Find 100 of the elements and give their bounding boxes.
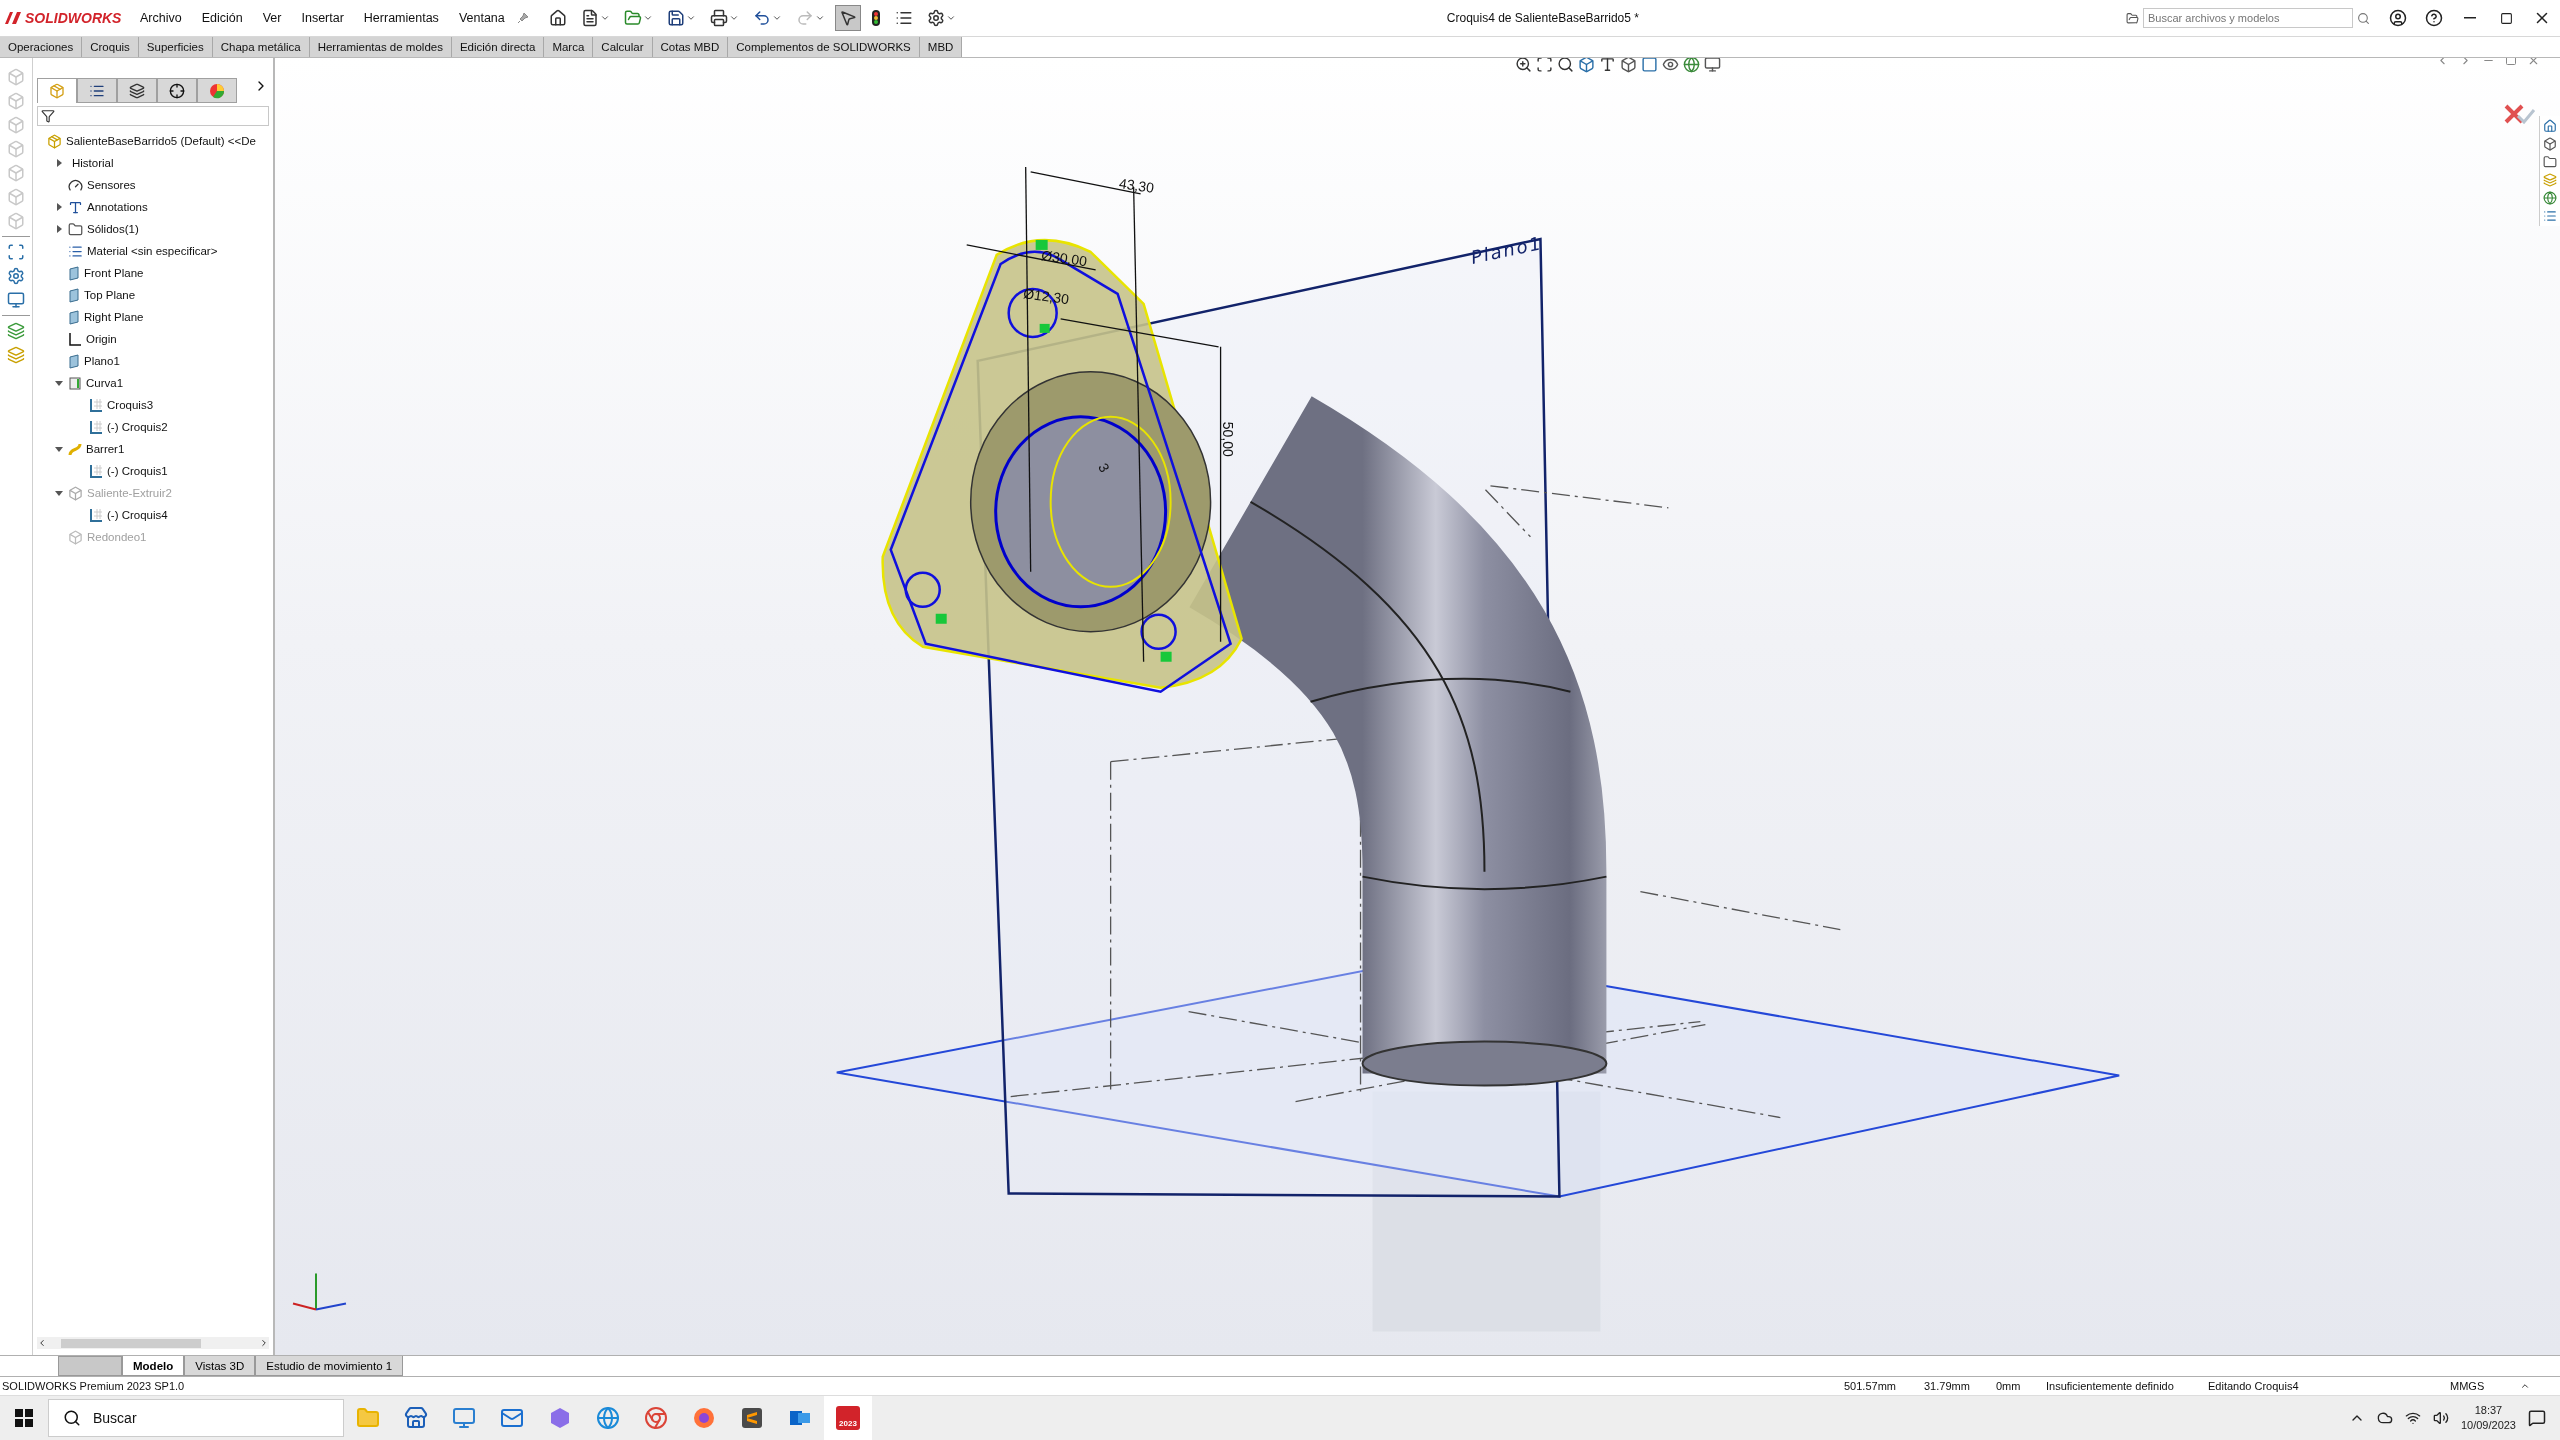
tree-item[interactable]: Annotations xyxy=(54,196,273,218)
layers-icon[interactable] xyxy=(7,322,25,340)
panel-tab[interactable] xyxy=(117,78,157,103)
taskbar-search-field[interactable]: Buscar xyxy=(48,1399,344,1437)
volume-icon[interactable] xyxy=(2432,1410,2449,1426)
search-field[interactable]: Buscar archivos y modelos xyxy=(2143,8,2353,28)
appearance-icon[interactable] xyxy=(2543,191,2557,205)
tree-item[interactable]: (-) Croquis4 xyxy=(75,504,273,526)
restore-icon xyxy=(2499,11,2513,25)
collapse-icon[interactable] xyxy=(55,445,63,453)
expand-icon[interactable] xyxy=(55,203,63,211)
taskbar-app[interactable]: 2023 xyxy=(824,1396,872,1440)
model-tab[interactable]: Estudio de movimiento 1 xyxy=(255,1356,404,1376)
pin-icon[interactable] xyxy=(516,12,529,24)
menu-item[interactable]: Archivo xyxy=(132,11,190,25)
tree-item[interactable]: Sólidos(1) xyxy=(54,218,273,240)
list-icon xyxy=(894,9,913,27)
scrollbar-thumb[interactable] xyxy=(61,1338,201,1348)
crosshair-icon xyxy=(169,82,185,99)
caret-icon xyxy=(728,13,739,23)
units-selector[interactable]: MMGS xyxy=(2448,1380,2520,1392)
model-tab[interactable]: Modelo xyxy=(122,1356,185,1376)
tree-item[interactable]: Front Plane xyxy=(54,262,273,284)
folder-icon[interactable] xyxy=(2543,155,2557,169)
command-tab[interactable]: Chapa metálica xyxy=(212,37,310,57)
menu-item[interactable]: Ver xyxy=(254,11,290,25)
expand-icon[interactable] xyxy=(55,225,63,233)
zoom-to-fit-icon[interactable] xyxy=(1515,58,1532,73)
horizontal-scrollbar[interactable] xyxy=(37,1337,269,1349)
command-tab[interactable]: Operaciones xyxy=(0,37,83,57)
select-sketch-icon[interactable] xyxy=(7,243,25,261)
menu-item[interactable]: Ventana xyxy=(450,11,513,25)
tree-item[interactable]: SalienteBaseBarrido5 (Default) <<De xyxy=(33,130,273,152)
cancel-icon[interactable] xyxy=(2504,104,2524,124)
minimize-icon xyxy=(2464,17,2476,19)
list-icon[interactable] xyxy=(2543,209,2557,223)
collapse-icon[interactable] xyxy=(55,489,63,497)
command-tab[interactable]: MBD xyxy=(919,37,963,57)
command-tab[interactable]: Marca xyxy=(544,37,594,57)
monitor-icon[interactable] xyxy=(7,291,25,309)
redo-icon xyxy=(795,9,814,27)
dimension-label[interactable]: 3 xyxy=(1095,460,1113,476)
command-tab[interactable]: Herramientas de moldes xyxy=(309,37,452,57)
command-tab[interactable]: Edición directa xyxy=(451,37,545,57)
hide-show-icon[interactable] xyxy=(1662,58,1679,73)
wifi-icon[interactable] xyxy=(2404,1410,2421,1426)
expand-icon[interactable] xyxy=(55,159,63,167)
dynamic-annotation-icon[interactable] xyxy=(1599,58,1616,73)
dimension-label[interactable]: 50,00 xyxy=(1219,421,1236,457)
annotation-folder-icon xyxy=(68,199,83,215)
zoom-area-icon[interactable] xyxy=(1536,58,1553,73)
editor-icon xyxy=(740,1406,764,1430)
dimension-label[interactable]: 43,30 xyxy=(1118,175,1156,196)
tree-item[interactable]: (-) Croquis2 xyxy=(75,416,273,438)
appearance-icon[interactable] xyxy=(1683,58,1700,73)
tree-item[interactable]: Top Plane xyxy=(54,284,273,306)
tree-item[interactable]: Historial xyxy=(54,152,273,174)
clock-date[interactable]: 10/09/2023 xyxy=(2460,1418,2516,1433)
cad-app-icon: 2023 xyxy=(835,1405,861,1431)
cloud-icon[interactable] xyxy=(2376,1410,2393,1426)
filter-field[interactable] xyxy=(37,106,269,126)
caret-up-icon[interactable] xyxy=(2520,1381,2530,1391)
home-icon[interactable] xyxy=(2543,119,2557,133)
menu-item[interactable]: Insertar xyxy=(293,11,352,25)
tree-item[interactable]: Croquis3 xyxy=(75,394,273,416)
command-tab[interactable]: Superficies xyxy=(138,37,213,57)
tree-item[interactable]: Origin xyxy=(54,328,273,350)
curve-icon xyxy=(68,375,82,391)
model-tab[interactable]: Vistas 3D xyxy=(184,1356,256,1376)
select-button[interactable] xyxy=(834,5,861,31)
scroll-right-icon[interactable] xyxy=(259,1338,269,1348)
menu-item[interactable]: Edición xyxy=(193,11,251,25)
command-tab[interactable]: Complementos de SOLIDWORKS xyxy=(728,37,920,57)
tree-item[interactable]: Sensores xyxy=(54,174,273,196)
tree-item[interactable]: Curva1 xyxy=(54,372,273,394)
notifications-icon[interactable] xyxy=(2528,1409,2546,1427)
command-tab[interactable]: Cotas MBD xyxy=(652,37,729,57)
tree-item[interactable]: Barrer1 xyxy=(54,438,273,460)
panel-tab[interactable] xyxy=(157,78,197,103)
dimension-label[interactable]: Ø30,00 xyxy=(1040,247,1088,270)
view-orientation-icon[interactable] xyxy=(1620,58,1637,73)
product-version: SOLIDWORKS Premium 2023 SP1.0 xyxy=(1,1380,185,1392)
scroll-left-icon[interactable] xyxy=(37,1338,47,1348)
collapse-icon[interactable] xyxy=(55,379,63,387)
plane-icon xyxy=(68,265,80,281)
command-tab[interactable]: Calcular xyxy=(593,37,653,57)
caret-icon xyxy=(599,13,610,23)
settings-icon xyxy=(926,9,945,27)
confirm-icon[interactable] xyxy=(2516,108,2536,124)
clock-time[interactable]: 18:37 xyxy=(2474,1403,2503,1418)
command-tab[interactable]: Croquis xyxy=(82,37,139,57)
tree-item[interactable]: Plano1 xyxy=(54,350,273,372)
view-settings-icon[interactable] xyxy=(1704,58,1721,73)
tree-item[interactable]: Material <sin especificar> xyxy=(54,240,273,262)
tree-item[interactable]: (-) Croquis1 xyxy=(75,460,273,482)
document-icon xyxy=(580,9,599,27)
menu-item[interactable]: Herramientas xyxy=(355,11,447,25)
fillet-icon xyxy=(68,529,83,545)
dimension-label[interactable]: Ø12,30 xyxy=(1022,285,1070,308)
tree-item[interactable]: Right Plane xyxy=(54,306,273,328)
